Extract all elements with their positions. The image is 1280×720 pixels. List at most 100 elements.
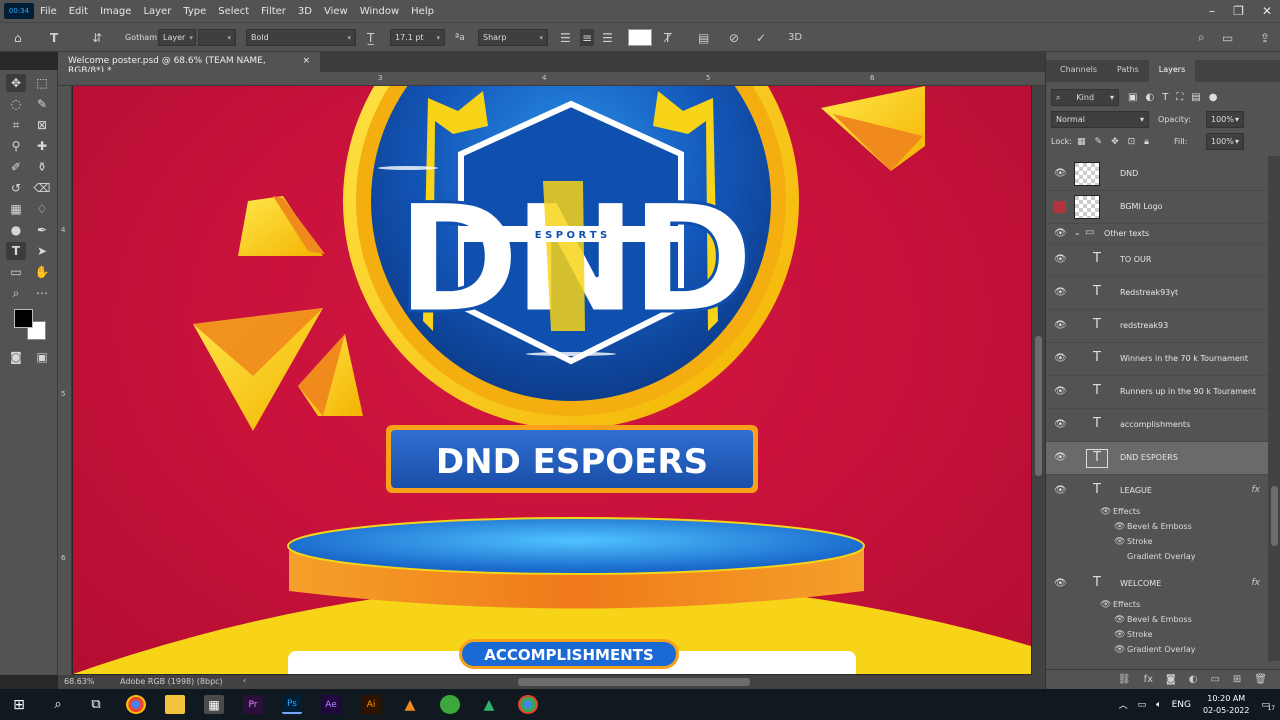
effect-row[interactable]: 👁︎ Gradient Overlay [1046,643,1268,658]
font-variant-dropdown[interactable]: ▾ [198,29,236,46]
effect-eye-icon[interactable]: 👁︎ [1114,615,1125,625]
scroll-thumb[interactable] [1271,486,1278,546]
visibility-eye-icon[interactable]: 👁︎ [1054,168,1067,180]
chrome-icon[interactable] [126,695,146,714]
brush-tool-icon[interactable]: ✐ [6,158,26,176]
layer-row[interactable]: 👁︎ T LEAGUE fx [1046,475,1268,508]
file-explorer-icon[interactable] [165,695,185,714]
layer-row[interactable]: 👁︎ DND [1046,158,1268,191]
status-arrow-icon[interactable]: ‹ [243,676,246,685]
align-right-icon[interactable]: ☰ [602,29,613,46]
effect-row[interactable]: Gradient Overlay [1046,550,1268,565]
group-collapse-icon[interactable]: ⌄ [1074,228,1081,237]
commit-check-icon[interactable]: ✓ [756,29,766,46]
antialias-dropdown[interactable]: Sharp ▾ [478,29,548,46]
visibility-eye-icon[interactable]: 👁︎ [1054,386,1067,398]
visibility-eye-icon[interactable]: 👁︎ [1054,320,1067,332]
restore-icon[interactable]: ❐ [1233,4,1244,18]
vlc-icon[interactable]: ▲ [400,695,420,714]
effect-eye-icon[interactable]: 👁︎ [1100,600,1111,610]
layers-scrollbar[interactable] [1268,156,1280,661]
layer-row-selected[interactable]: 👁︎ T DND ESPOERS [1046,442,1268,475]
menu-select[interactable]: Select [212,6,255,17]
network-icon[interactable]: ▭ [1138,700,1147,710]
scroll-thumb[interactable] [1035,336,1042,476]
hand-tool-icon[interactable]: ✋ [32,263,52,281]
lock-pixels-icon[interactable]: ▦ [1077,137,1086,147]
add-style-icon[interactable]: fx [1144,674,1153,685]
layer-row[interactable]: 👁︎ T WELCOME fx [1046,568,1268,601]
visibility-eye-icon[interactable]: 👁︎ [1054,419,1067,431]
effect-eye-icon[interactable]: 👁︎ [1114,645,1125,655]
quick-select-tool-icon[interactable]: ✎ [32,95,52,113]
more-tools-icon[interactable]: ⋯ [32,284,52,302]
font-family-dropdown[interactable]: Layer ▾ [158,29,196,46]
effects-row[interactable]: 👁︎ Effects [1046,505,1268,520]
effect-row[interactable]: 👁︎ Stroke [1046,628,1268,643]
menu-layer[interactable]: Layer [137,6,177,17]
canvas-area[interactable]: DND E S P O R T S DND ESPOERS [72,86,1032,675]
menu-filter[interactable]: Filter [255,6,292,17]
visibility-eye-icon[interactable]: 👁︎ [1054,353,1067,365]
after-effects-icon[interactable]: Ae [321,695,341,714]
volume-icon[interactable]: 🔈︎ [1156,700,1161,710]
spot-heal-tool-icon[interactable]: ✚ [32,137,52,155]
layer-row[interactable]: 👁︎ T Runners up in the 90 k Tourament [1046,376,1268,409]
calculator-icon[interactable]: ▦ [204,695,224,714]
filter-kind-dropdown[interactable]: ⌕ Kind ▾ [1051,89,1119,106]
crop-tool-icon[interactable]: ⌗ [6,116,26,134]
menu-image[interactable]: Image [94,6,137,17]
premiere-icon[interactable]: Pr [243,695,263,714]
frame-tool-icon[interactable]: ⊠ [32,116,52,134]
move-tool-icon[interactable]: ✥ [6,74,26,92]
stamp-tool-icon[interactable]: ⚱ [32,158,52,176]
fill-field[interactable]: 100% ▾ [1206,133,1244,150]
blend-mode-dropdown[interactable]: Normal ▾ [1051,111,1149,128]
visibility-eye-icon[interactable]: 👁︎ [1054,228,1067,240]
layer-fx-badge[interactable]: fx [1252,485,1261,495]
visibility-eye-icon[interactable] [1054,201,1066,213]
filter-smart-icon[interactable]: ▤ [1191,92,1200,103]
marquee-tool-icon[interactable]: ⬚ [32,74,52,92]
windows-start-icon[interactable]: ⊞ [9,695,29,714]
adjustment-layer-icon[interactable]: ◐ [1189,674,1198,685]
chrome-profile-icon[interactable] [518,695,538,714]
menu-type[interactable]: Type [177,6,212,17]
gradient-tool-icon[interactable]: ▦ [6,200,26,218]
screen-mode-icon[interactable]: ▣ [32,348,52,366]
filter-type-icon[interactable]: T [1162,92,1168,103]
pen-tool-icon[interactable]: ✒ [32,221,52,239]
eyedropper-tool-icon[interactable]: ⚲ [6,137,26,155]
menu-edit[interactable]: Edit [63,6,94,17]
new-group-icon[interactable]: ▭ [1210,674,1219,685]
canvas-vertical-scrollbar[interactable] [1032,86,1045,675]
path-select-tool-icon[interactable]: ➤ [32,242,52,260]
text-color-swatch[interactable] [628,29,652,46]
warp-text-icon[interactable]: Ⱦ [664,29,671,46]
align-left-icon[interactable]: ☰ [560,29,571,46]
visibility-eye-icon[interactable]: 👁︎ [1054,452,1067,464]
filter-shape-icon[interactable]: ⛶ [1176,92,1183,103]
visibility-eye-icon[interactable]: 👁︎ [1054,485,1067,497]
blur-tool-icon[interactable]: ♢ [32,200,52,218]
clock[interactable]: 10:20 AM 02-05-2022 [1203,693,1250,717]
layer-row[interactable]: 👁︎ T Redstreak93yt [1046,277,1268,310]
lock-position-icon[interactable]: ✥ [1111,137,1119,147]
layer-group-row[interactable]: 👁︎ ⌄ ▭ Other texts [1046,224,1268,244]
menu-window[interactable]: Window [354,6,405,17]
drive-icon[interactable]: ▲ [479,695,499,714]
align-center-icon[interactable]: ≡ [580,29,595,46]
lock-paint-icon[interactable]: ✎ [1095,137,1103,147]
font-size-dropdown[interactable]: 17.1 pt ▾ [390,29,445,46]
effect-eye-icon[interactable]: 👁︎ [1100,507,1111,517]
menu-3d[interactable]: 3D [292,6,318,17]
visibility-eye-icon[interactable]: 👁︎ [1054,287,1067,299]
menu-view[interactable]: View [318,6,354,17]
workspace-icon[interactable]: ▭ [1222,29,1233,46]
rectangle-tool-icon[interactable]: ▭ [6,263,26,281]
history-brush-tool-icon[interactable]: ↺ [6,179,26,197]
tab-channels[interactable]: Channels [1050,60,1107,82]
close-icon[interactable]: ✕ [1262,4,1272,18]
horizontal-scroll-thumb[interactable] [518,678,750,686]
visibility-eye-icon[interactable]: 👁︎ [1054,578,1067,590]
